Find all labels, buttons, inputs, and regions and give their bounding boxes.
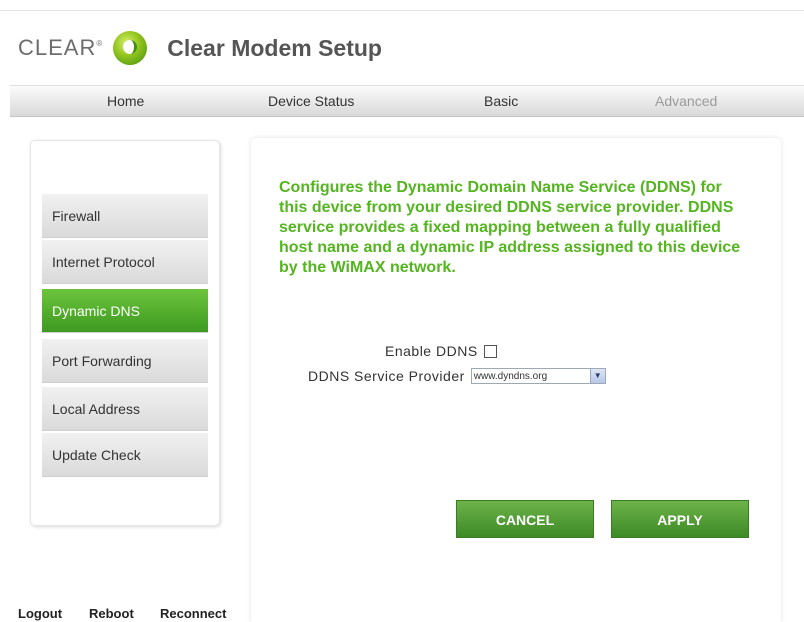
chevron-down-icon[interactable]: ▼: [589, 369, 605, 383]
ddns-provider-select[interactable]: www.dyndns.org ▼: [470, 368, 606, 384]
sidebar-item-internet-protocol[interactable]: Internet Protocol: [42, 240, 208, 284]
sidebar-item-local-address[interactable]: Local Address: [42, 387, 208, 431]
sidebar-item-dynamic-dns[interactable]: Dynamic DNS: [42, 289, 208, 333]
clear-swirl-logo-icon: [113, 31, 148, 65]
header: CLEAR® Clear Modem Setup: [18, 30, 382, 66]
top-divider: [0, 10, 804, 11]
main-panel: Configures the Dynamic Domain Name Servi…: [251, 138, 781, 622]
enable-ddns-checkbox[interactable]: [483, 344, 497, 358]
reboot-link[interactable]: Reboot: [89, 606, 134, 621]
sidebar-item-firewall[interactable]: Firewall: [42, 194, 208, 238]
brand-wordmark: CLEAR®: [18, 35, 104, 60]
logout-link[interactable]: Logout: [18, 606, 62, 621]
nav-home[interactable]: Home: [107, 86, 144, 116]
nav-device-status[interactable]: Device Status: [268, 86, 354, 116]
page-title: Clear Modem Setup: [167, 34, 382, 61]
ddns-provider-label: DDNS Service Provider: [308, 368, 465, 384]
enable-ddns-label: Enable DDNS: [385, 343, 478, 359]
cancel-button[interactable]: CANCEL: [456, 500, 594, 538]
top-nav: Home Device Status Basic Advanced: [10, 85, 804, 117]
ddns-description: Configures the Dynamic Domain Name Servi…: [279, 179, 741, 276]
ddns-provider-row: DDNS Service Provider www.dyndns.org ▼: [308, 368, 606, 384]
enable-ddns-row: Enable DDNS: [385, 343, 497, 359]
sidebar: Firewall Internet Protocol Dynamic DNS P…: [30, 140, 220, 526]
sidebar-item-port-forwarding[interactable]: Port Forwarding: [42, 339, 208, 383]
nav-basic[interactable]: Basic: [484, 86, 518, 116]
nav-advanced[interactable]: Advanced: [655, 86, 717, 116]
sidebar-item-update-check[interactable]: Update Check: [42, 433, 208, 477]
ddns-provider-value: www.dyndns.org: [473, 370, 548, 382]
apply-button[interactable]: APPLY: [611, 500, 749, 538]
reconnect-link[interactable]: Reconnect: [160, 606, 226, 621]
